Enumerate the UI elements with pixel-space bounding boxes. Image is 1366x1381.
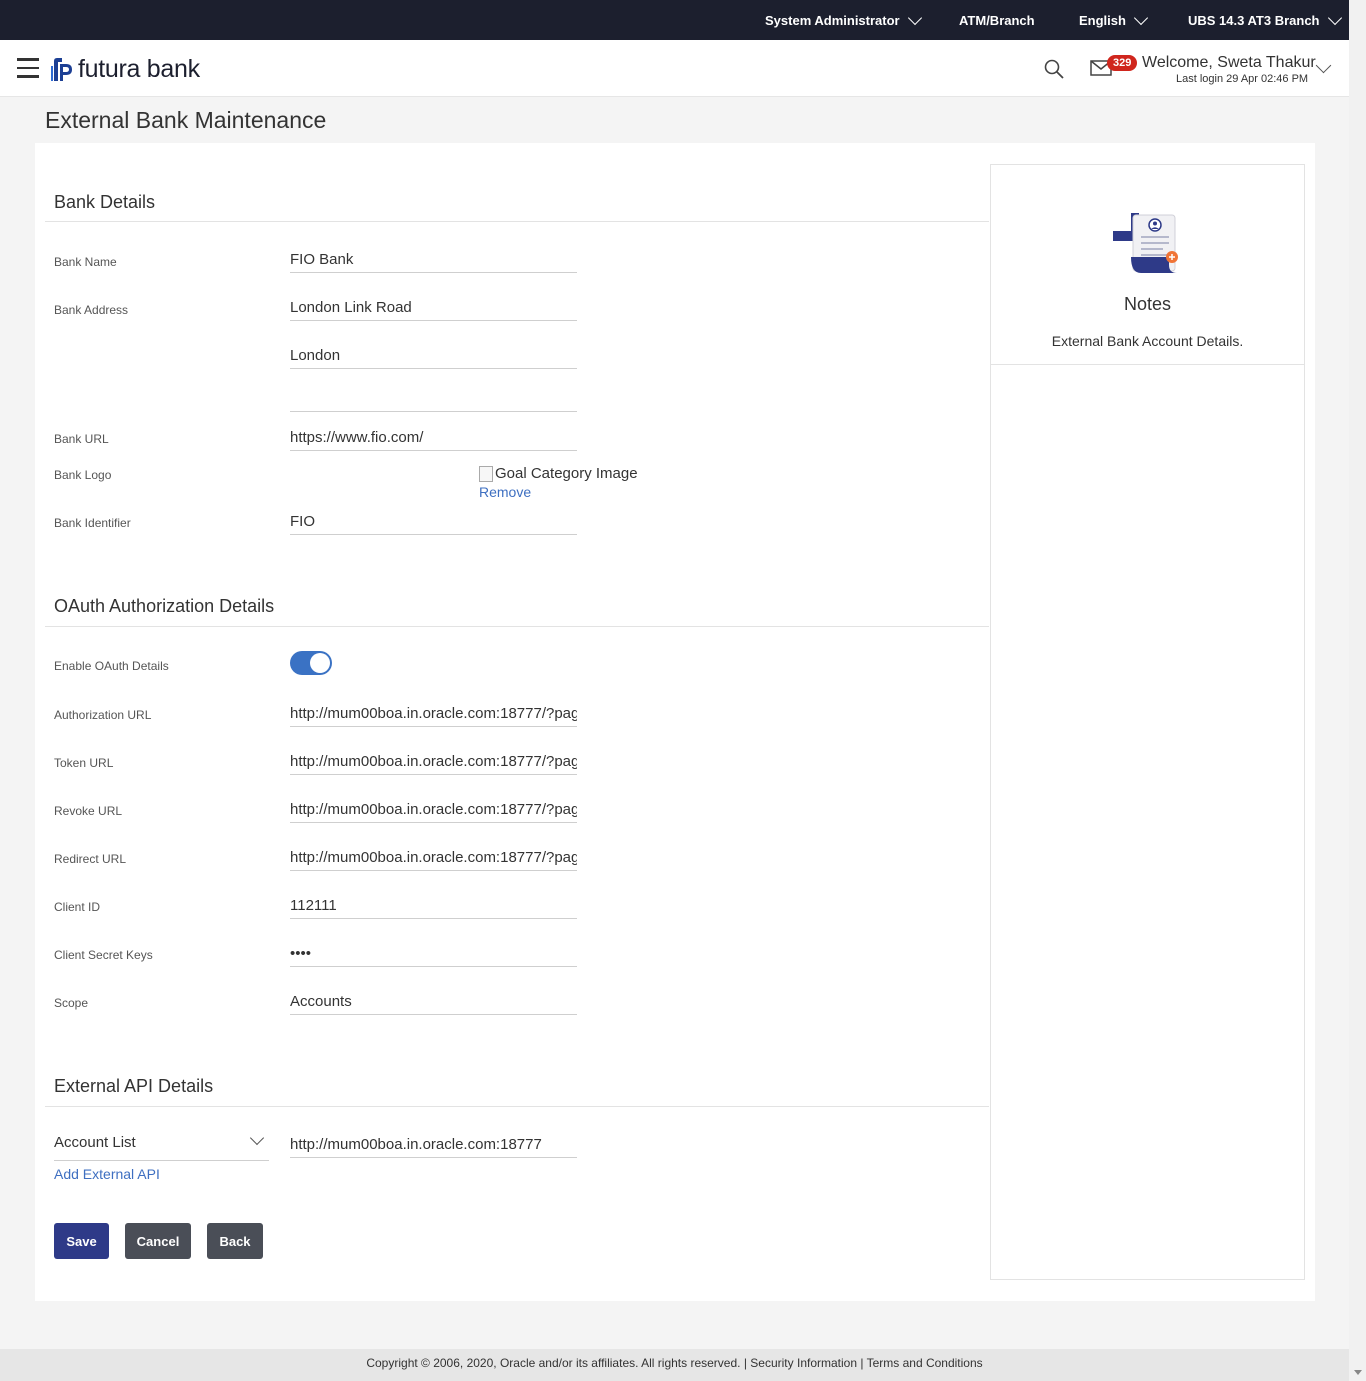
revoke-url-input[interactable] (290, 796, 577, 823)
chevron-down-icon (1327, 10, 1342, 25)
hamburger-icon[interactable] (17, 58, 39, 78)
revoke-url-label: Revoke URL (54, 804, 123, 818)
chevron-down-icon (1133, 10, 1149, 25)
search-icon[interactable] (1044, 59, 1064, 79)
bank-url-input[interactable] (290, 424, 577, 451)
notes-icon (1113, 213, 1178, 273)
bank-details-heading: Bank Details (54, 192, 156, 212)
language-label: English (1079, 13, 1126, 28)
top-bar: System Administrator ATM/Branch English … (0, 0, 1349, 40)
welcome-text[interactable]: Welcome, Sweta Thakur (1142, 54, 1316, 72)
add-external-api-link[interactable]: Add External API (54, 1166, 160, 1182)
client-id-label: Client ID (54, 900, 101, 914)
api-url-input[interactable] (290, 1131, 577, 1158)
futura-logo-icon (51, 57, 72, 81)
language-dropdown[interactable]: English (1079, 10, 1149, 28)
address-line3-input[interactable] (290, 385, 577, 412)
bank-logo-image: Goal Category Image (479, 465, 638, 482)
bank-name-input[interactable] (290, 246, 577, 273)
terms-link[interactable]: Terms and Conditions (867, 1356, 983, 1370)
role-label: System Administrator (765, 13, 900, 28)
notes-card: Notes External Bank Account Details. (991, 165, 1304, 365)
notes-title: Notes (1123, 294, 1172, 314)
api-type-value: Account List (54, 1134, 136, 1151)
bank-logo-label: Bank Logo (54, 468, 112, 482)
cancel-button[interactable]: Cancel (125, 1223, 191, 1259)
chevron-down-icon (249, 1130, 265, 1146)
address-line2-input[interactable] (290, 342, 577, 369)
toggle-knob (310, 653, 330, 673)
redirect-url-label: Redirect URL (54, 852, 127, 866)
branch-label: ATM/Branch (959, 13, 1035, 28)
scope-label: Scope (54, 996, 89, 1010)
oauth-heading: OAuth Authorization Details (54, 596, 275, 616)
authorization-url-label: Authorization URL (54, 708, 152, 722)
version-label: UBS 14.3 AT3 Branch (1188, 13, 1320, 28)
token-url-input[interactable] (290, 748, 577, 775)
app-header: futura bank 329 Welcome, Sweta Thakur La… (0, 40, 1349, 97)
broken-image-icon (479, 465, 493, 482)
footer: Copyright © 2006, 2020, Oracle and/or it… (0, 1349, 1349, 1381)
back-button[interactable]: Back (207, 1223, 263, 1259)
remove-logo-link[interactable]: Remove (479, 484, 531, 500)
logo-alt-text: Goal Category Image (495, 465, 638, 482)
page-title: External Bank Maintenance (45, 107, 327, 133)
bank-url-label: Bank URL (54, 432, 109, 446)
enable-oauth-toggle[interactable] (290, 651, 332, 675)
scroll-down-icon[interactable] (1354, 1370, 1362, 1375)
address-line1-input[interactable] (290, 294, 577, 321)
scope-input[interactable] (290, 988, 577, 1015)
redirect-url-input[interactable] (290, 844, 577, 871)
bank-identifier-label: Bank Identifier (54, 516, 131, 530)
scrollbar[interactable] (1349, 0, 1366, 1381)
security-information-link[interactable]: Security Information (750, 1356, 857, 1370)
chevron-down-icon[interactable] (1315, 57, 1332, 74)
client-secret-label: Client Secret Keys (54, 948, 153, 962)
divider (45, 221, 989, 222)
notes-panel: Notes External Bank Account Details. (990, 164, 1305, 1280)
notes-text: External Bank Account Details. (1051, 333, 1244, 349)
divider (45, 626, 989, 627)
branch-link[interactable]: ATM/Branch (959, 13, 1035, 28)
bank-name-label: Bank Name (54, 255, 117, 269)
role-dropdown[interactable]: System Administrator (765, 10, 922, 28)
external-api-heading: External API Details (54, 1076, 214, 1096)
notification-badge[interactable]: 329 (1107, 55, 1138, 71)
enable-oauth-label: Enable OAuth Details (54, 659, 169, 673)
version-dropdown[interactable]: UBS 14.3 AT3 Branch (1188, 10, 1342, 28)
divider (45, 1106, 989, 1107)
save-button[interactable]: Save (54, 1223, 109, 1259)
authorization-url-input[interactable] (290, 700, 577, 727)
brand-logo[interactable]: futura bank (50, 55, 200, 84)
token-url-label: Token URL (54, 756, 114, 770)
client-secret-input[interactable] (290, 940, 577, 967)
chevron-down-icon (907, 10, 922, 25)
api-type-select[interactable]: Account List (54, 1128, 269, 1161)
client-id-input[interactable] (290, 892, 577, 919)
bank-identifier-input[interactable] (290, 508, 577, 535)
brand-name: futura bank (78, 55, 200, 83)
copyright-text: Copyright © 2006, 2020, Oracle and/or it… (366, 1356, 741, 1370)
bank-address-label: Bank Address (54, 303, 129, 317)
last-login-text: Last login 29 Apr 02:46 PM (1176, 73, 1309, 85)
